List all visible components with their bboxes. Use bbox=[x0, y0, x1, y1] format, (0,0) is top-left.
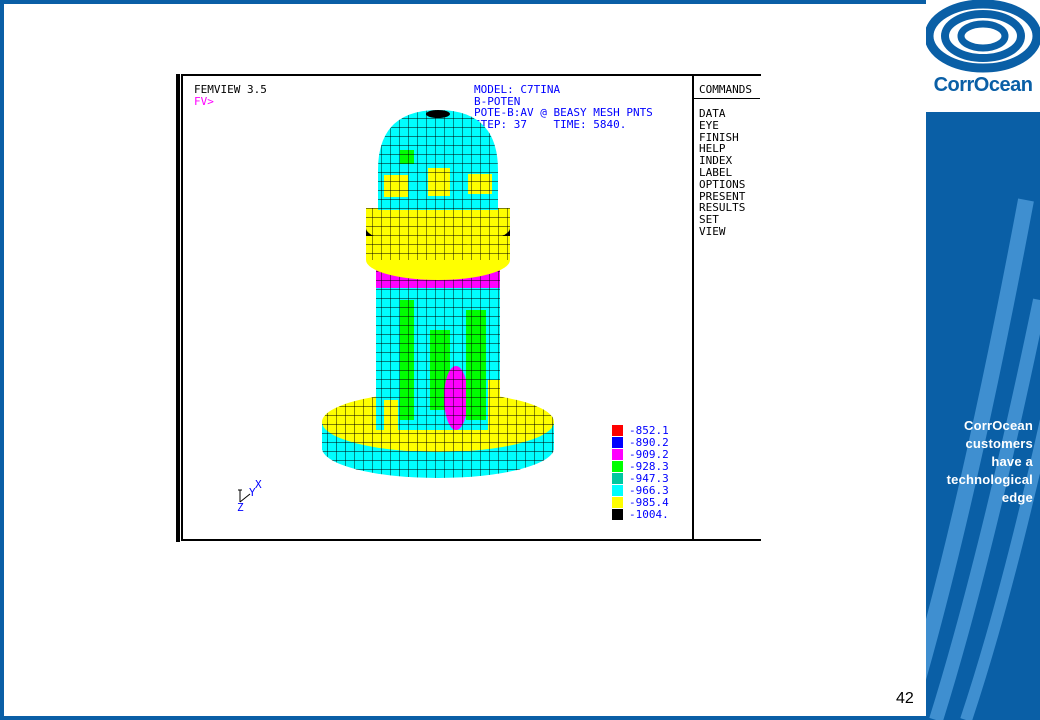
legend-entry: -1004. bbox=[612, 507, 669, 521]
legend-swatch bbox=[612, 424, 623, 436]
axis-y-label: Y bbox=[249, 486, 256, 499]
legend-entry: -985.4 bbox=[612, 496, 669, 509]
legend-swatch bbox=[612, 496, 623, 508]
tagline-line: edge bbox=[1001, 490, 1033, 505]
tagline-line: CorrOcean bbox=[964, 418, 1033, 433]
legend-swatch bbox=[612, 460, 623, 472]
brand-tagline: CorrOcean customers have a technological edg… bbox=[934, 417, 1033, 507]
tagline-line: customers bbox=[965, 436, 1033, 451]
legend-swatch bbox=[612, 472, 623, 484]
legend-swatch bbox=[612, 508, 623, 520]
tagline-line: technological bbox=[946, 472, 1033, 487]
commands-menu: DATA EYE FINISH HELP INDEX LABEL OPTIONS PRESEN… bbox=[699, 108, 745, 238]
legend-swatch bbox=[612, 484, 623, 496]
legend-entry: -966.3 bbox=[612, 484, 669, 497]
legend-entry: -890.2 bbox=[612, 436, 669, 449]
legend-entry: -852.1 bbox=[612, 424, 669, 437]
fem-mesh-model bbox=[322, 110, 554, 478]
legend-entry: -947.3 bbox=[612, 472, 669, 485]
command-options[interactable]: OPTIONS bbox=[699, 178, 745, 191]
command-eye[interactable]: EYE bbox=[699, 119, 745, 132]
commands-separator bbox=[694, 98, 760, 99]
legend-entry: -928.3 bbox=[612, 460, 669, 473]
legend-entry: -909.2 bbox=[612, 448, 669, 461]
legend-swatch bbox=[612, 436, 623, 448]
commands-divider bbox=[692, 76, 694, 540]
model-info-line: MODEL: C7TINA bbox=[474, 83, 561, 96]
app-title: FEMVIEW 3.5 bbox=[194, 83, 267, 96]
contour-legend: -852.1 -890.2 -909.2 -928.3 -947.3 -966.3 -985… bbox=[612, 424, 669, 521]
command-label[interactable]: LABEL bbox=[699, 167, 745, 179]
commands-title: COMMANDS bbox=[699, 83, 752, 96]
command-prompt[interactable]: FV> bbox=[194, 96, 214, 108]
command-view[interactable]: VIEW bbox=[699, 226, 745, 238]
legend-value: -1004. bbox=[629, 507, 669, 521]
tagline-line: have a bbox=[991, 454, 1033, 469]
legend-swatch bbox=[612, 448, 623, 460]
brand-name: CorrOcean bbox=[933, 74, 1033, 96]
axis-z-label: Z bbox=[237, 501, 244, 514]
page-number: 42 bbox=[896, 690, 914, 707]
window-left-edge bbox=[176, 74, 180, 542]
